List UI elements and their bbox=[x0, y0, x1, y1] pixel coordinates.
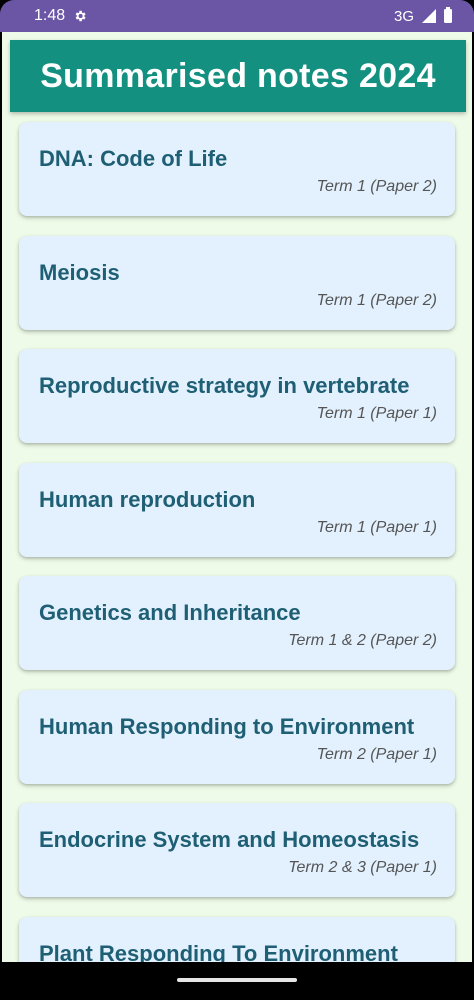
home-gesture-handle[interactable] bbox=[177, 978, 297, 982]
network-type: 3G bbox=[393, 7, 414, 25]
app-title-bar: Summarised notes 2024 bbox=[10, 40, 466, 112]
note-subtitle: Term 1 (Paper 1) bbox=[316, 405, 437, 422]
status-time: 1:48 bbox=[34, 7, 66, 24]
note-subtitle: Term 1 (Paper 1) bbox=[316, 519, 437, 536]
note-title: Reproductive strategy in vertebrate bbox=[39, 373, 410, 398]
app-content: Summarised notes 2024 DNA: Code of Life … bbox=[2, 32, 472, 962]
note-card[interactable]: Endocrine System and Homeostasis Term 2 … bbox=[19, 803, 455, 897]
note-subtitle: Term 1 & 2 (Paper 2) bbox=[288, 632, 437, 649]
note-subtitle: Term 1 (Paper 2) bbox=[316, 292, 437, 309]
note-title: Human reproduction bbox=[39, 487, 256, 512]
phone-screen: 1:48 3G Summarised notes 2024 DNA: Code … bbox=[0, 0, 474, 1000]
note-card[interactable]: Meiosis Term 1 (Paper 2) bbox=[19, 236, 455, 330]
navigation-bar bbox=[0, 962, 474, 1000]
page-title: Summarised notes 2024 bbox=[40, 56, 436, 95]
note-title: Meiosis bbox=[39, 260, 120, 285]
note-subtitle: Term 2 (Paper 1) bbox=[316, 746, 437, 763]
note-title: Human Responding to Environment bbox=[39, 714, 415, 739]
status-bar: 1:48 3G bbox=[0, 0, 474, 32]
note-card[interactable]: Human reproduction Term 1 (Paper 1) bbox=[19, 463, 455, 557]
note-title: Genetics and Inheritance bbox=[39, 600, 301, 625]
note-subtitle: Term 2 & 3 (Paper 1) bbox=[288, 859, 437, 876]
note-subtitle: Term 1 (Paper 2) bbox=[316, 178, 437, 195]
note-title: Endocrine System and Homeostasis bbox=[39, 827, 420, 852]
signal-icon bbox=[422, 9, 436, 23]
note-card[interactable]: DNA: Code of Life Term 1 (Paper 2) bbox=[19, 122, 455, 216]
note-card[interactable]: Human Responding to Environment Term 2 (… bbox=[19, 690, 455, 784]
note-card[interactable]: Reproductive strategy in vertebrate Term… bbox=[19, 349, 455, 443]
battery-icon bbox=[444, 7, 452, 23]
note-card[interactable]: Plant Responding To Environment bbox=[19, 917, 455, 962]
note-title: Plant Responding To Environment bbox=[39, 941, 398, 962]
note-title: DNA: Code of Life bbox=[39, 146, 228, 171]
note-card[interactable]: Genetics and Inheritance Term 1 & 2 (Pap… bbox=[19, 576, 455, 670]
gear-icon bbox=[75, 10, 86, 22]
